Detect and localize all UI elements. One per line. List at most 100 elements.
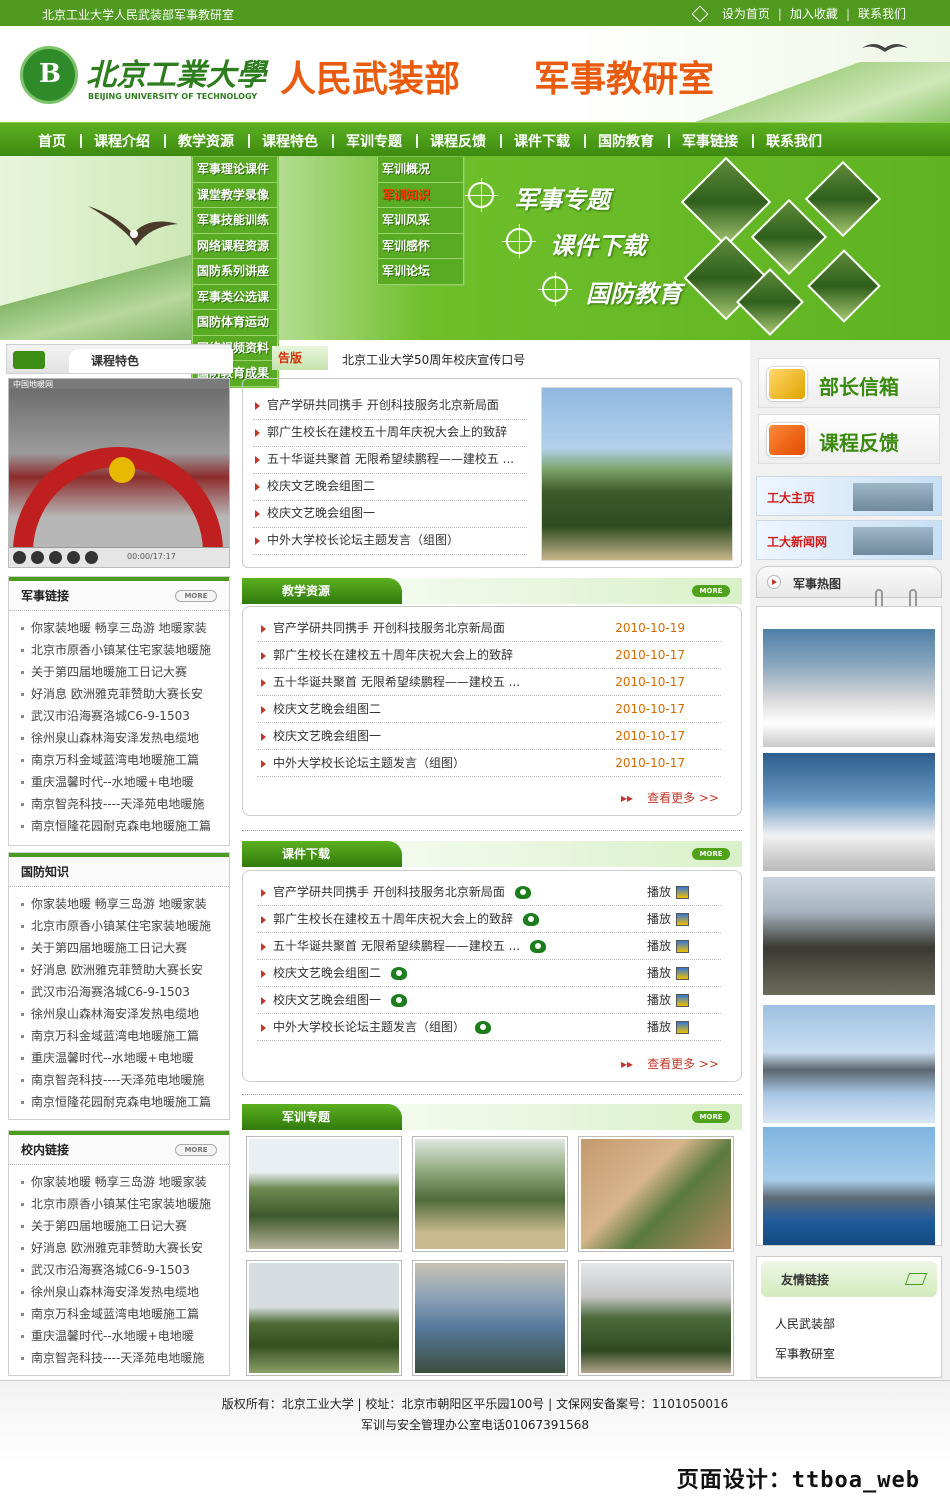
dropdown-item[interactable]: 军训风采: [377, 208, 464, 234]
dropdown-item[interactable]: 军训论坛: [377, 259, 464, 285]
dropdown-item[interactable]: 网络课程资源: [192, 233, 278, 259]
play-label[interactable]: 播放: [647, 960, 671, 987]
list-item[interactable]: 南京智尧科技----天泽苑电地暖施: [19, 1069, 229, 1091]
play-label[interactable]: 播放: [647, 987, 671, 1014]
more-button[interactable]: MORE: [175, 590, 217, 602]
play-label[interactable]: 播放: [647, 906, 671, 933]
media-icon[interactable]: [676, 886, 689, 899]
military-training-photo[interactable]: [541, 387, 733, 561]
training-photo[interactable]: [412, 1260, 568, 1376]
list-item[interactable]: 好消息 欧洲雅克菲赞助大赛长安: [19, 683, 229, 705]
list-item[interactable]: 徐州泉山森林海安泽发热电缆地: [19, 1003, 229, 1025]
list-item[interactable]: 郭广生校长在建校五十周年庆祝大会上的致辞 播放: [257, 906, 721, 933]
media-icon[interactable]: [676, 913, 689, 926]
dropdown-item[interactable]: 军事理论课件: [192, 157, 278, 183]
set-home-link[interactable]: 设为首页: [722, 5, 770, 22]
nav-item[interactable]: 教学资源: [178, 131, 262, 151]
prev-button-icon[interactable]: [49, 551, 62, 564]
list-item[interactable]: 重庆温馨时代--水地暖+电地暖: [19, 1325, 229, 1347]
list-item[interactable]: 关于第四届地暖施工日记大赛: [19, 1215, 229, 1237]
more-button[interactable]: MORE: [175, 1144, 217, 1156]
list-item[interactable]: 好消息 欧洲雅克菲赞助大赛长安: [19, 959, 229, 981]
nav-item[interactable]: 课程介绍: [94, 131, 178, 151]
news-item[interactable]: 官产学研共同携手 开创科技服务北京新局面: [253, 393, 527, 420]
director-mailbox-button[interactable]: 部长信箱: [758, 358, 940, 408]
aircraft-carrier-photo[interactable]: [763, 1127, 935, 1245]
contact-link[interactable]: 联系我们: [858, 5, 906, 22]
play-button-icon[interactable]: [13, 551, 26, 564]
list-item[interactable]: 南京万科金域蓝湾电地暖施工篇: [19, 1303, 229, 1325]
list-item[interactable]: 你家装地暖 畅享三岛游 地暖家装: [19, 1171, 229, 1193]
play-label[interactable]: 播放: [647, 933, 671, 960]
shuttle-launch-photo[interactable]: [763, 629, 935, 747]
list-item[interactable]: 南京智尧科技----天泽苑电地暖施: [19, 1347, 229, 1369]
nav-item[interactable]: 首页: [38, 131, 94, 151]
more-button[interactable]: MORE: [692, 848, 730, 860]
dropdown-item[interactable]: 军训知识: [377, 182, 464, 208]
media-icon[interactable]: [676, 940, 689, 953]
nav-item[interactable]: 联系我们: [766, 131, 822, 151]
play-label[interactable]: 播放: [647, 1014, 671, 1041]
list-item[interactable]: 关于第四届地暖施工日记大赛: [19, 937, 229, 959]
list-item[interactable]: 你家装地暖 畅享三岛游 地暖家装: [19, 893, 229, 915]
list-item[interactable]: 南京万科金域蓝湾电地暖施工篇: [19, 1025, 229, 1047]
university-logo-icon[interactable]: [20, 46, 78, 104]
list-item[interactable]: 好消息 欧洲雅克菲赞助大赛长安: [19, 1237, 229, 1259]
training-photo[interactable]: [246, 1260, 402, 1376]
more-button[interactable]: MORE: [692, 1111, 730, 1123]
media-icon[interactable]: [676, 1021, 689, 1034]
list-item[interactable]: 官产学研共同携手 开创科技服务北京新局面 播放: [257, 879, 721, 906]
news-item[interactable]: 校庆文艺晚会组图一: [253, 501, 527, 528]
university-news-link[interactable]: 工大新闻网: [756, 520, 942, 560]
training-photo[interactable]: [578, 1260, 734, 1376]
media-icon[interactable]: [676, 967, 689, 980]
media-icon[interactable]: [676, 994, 689, 1007]
add-favorite-link[interactable]: 加入收藏: [790, 5, 838, 22]
dropdown-item[interactable]: 国防体育运动: [192, 310, 278, 336]
list-item[interactable]: 南京恒隆花园耐克森电地暖施工篇: [19, 1091, 229, 1113]
more-button[interactable]: MORE: [692, 585, 730, 597]
training-photo[interactable]: [246, 1136, 402, 1252]
list-item[interactable]: 南京万科金域蓝湾电地暖施工篇: [19, 749, 229, 771]
nav-item[interactable]: 课程特色: [262, 131, 346, 151]
training-photo[interactable]: [412, 1136, 568, 1252]
nav-item[interactable]: 军事链接: [682, 131, 766, 151]
list-item[interactable]: 官产学研共同携手 开创科技服务北京新局面 2010-10-19: [257, 615, 721, 642]
list-item[interactable]: 徐州泉山森林海安泽发热电缆地: [19, 727, 229, 749]
soldiers-photo[interactable]: [763, 877, 935, 995]
training-photo[interactable]: [578, 1136, 734, 1252]
dropdown-item[interactable]: 课堂教学录像: [192, 182, 278, 208]
list-item[interactable]: 你家装地暖 畅享三岛游 地暖家装: [19, 617, 229, 639]
list-item[interactable]: 武汉市沿海赛洛城C6-9-1503: [19, 981, 229, 1003]
list-item[interactable]: 校庆文艺晚会组图二 2010-10-17: [257, 696, 721, 723]
nav-item[interactable]: 国防教育: [598, 131, 682, 151]
friend-link-military-research[interactable]: 军事教研室: [775, 1345, 835, 1362]
nav-item[interactable]: 课件下载: [514, 131, 598, 151]
list-item[interactable]: 五十华诞共聚首 无限希望续鹏程——建校五 ... 2010-10-17: [257, 669, 721, 696]
play-label[interactable]: 播放: [647, 879, 671, 906]
announcement-text[interactable]: 北京工业大学50周年校庆宣传口号: [342, 351, 525, 368]
list-item[interactable]: 中外大学校长论坛主题发言（组图） 播放: [257, 1014, 721, 1041]
news-item[interactable]: 中外大学校长论坛主题发言（组图）: [253, 528, 527, 555]
volume-icon[interactable]: [85, 551, 98, 564]
view-more-link[interactable]: ▸▸ 查看更多 >>: [621, 789, 719, 806]
news-item[interactable]: 五十华诞共聚首 无限希望续鹏程——建校五 ...: [253, 447, 527, 474]
news-item[interactable]: 校庆文艺晚会组图二: [253, 474, 527, 501]
university-homepage-link[interactable]: 工大主页: [756, 476, 942, 516]
rocket-photo[interactable]: [763, 753, 935, 871]
list-item[interactable]: 北京市原香小镇某住宅家装地暖施: [19, 639, 229, 661]
dropdown-item[interactable]: 军事类公选课: [192, 284, 278, 310]
list-item[interactable]: 校庆文艺晚会组图一 2010-10-17: [257, 723, 721, 750]
nav-item[interactable]: 课程反馈: [430, 131, 514, 151]
fighter-jet-photo[interactable]: [763, 1005, 935, 1123]
list-item[interactable]: 南京恒隆花园耐克森电地暖施工篇: [19, 815, 229, 837]
list-item[interactable]: 北京市原香小镇某住宅家装地暖施: [19, 915, 229, 937]
list-item[interactable]: 徐州泉山森林海安泽发热电缆地: [19, 1281, 229, 1303]
list-item[interactable]: 武汉市沿海赛洛城C6-9-1503: [19, 1259, 229, 1281]
video-player[interactable]: 中国地暖网 00:00/17:17: [8, 378, 230, 568]
list-item[interactable]: 武汉市沿海赛洛城C6-9-1503: [19, 705, 229, 727]
course-feedback-button[interactable]: 课程反馈: [758, 414, 940, 464]
list-item[interactable]: 重庆温馨时代--水地暖+电地暖: [19, 771, 229, 793]
list-item[interactable]: 北京市原香小镇某住宅家装地暖施: [19, 1193, 229, 1215]
list-item[interactable]: 中外大学校长论坛主题发言（组图） 2010-10-17: [257, 750, 721, 777]
